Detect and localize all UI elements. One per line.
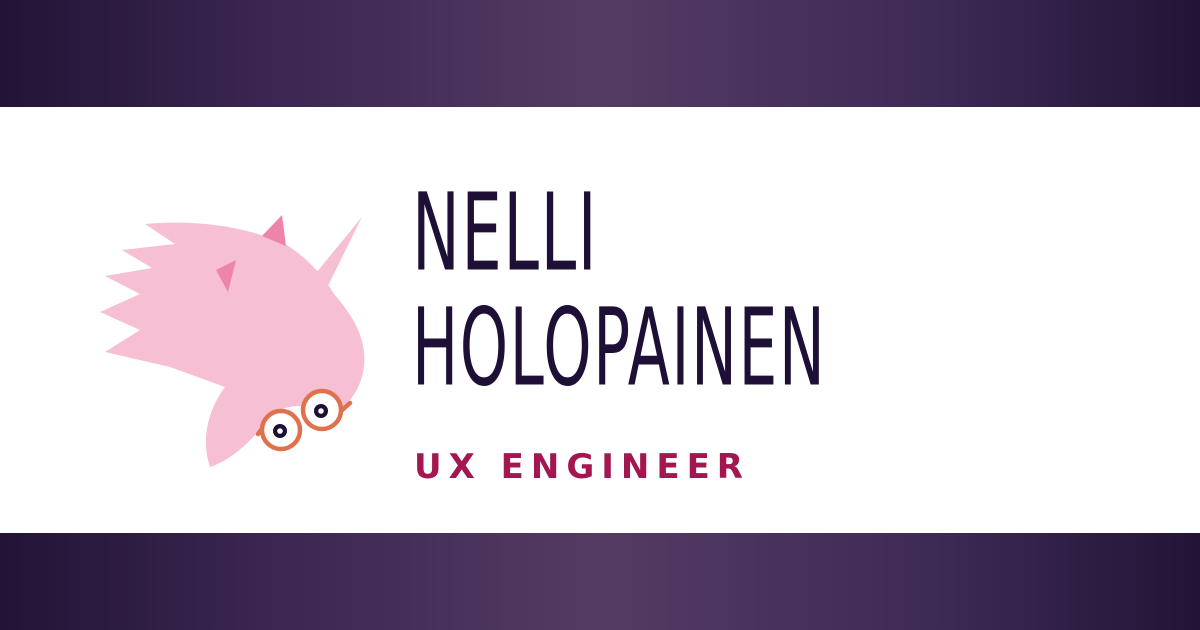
top-band [0, 0, 1200, 107]
job-title: UX ENGINEER [414, 447, 750, 487]
banner-content: NELLI HOLOPAINEN UX ENGINEER [0, 107, 1200, 533]
bottom-band [0, 533, 1200, 630]
last-name: HOLOPAINEN [412, 286, 827, 411]
unicorn-with-glasses-icon [100, 212, 370, 472]
first-name: NELLI [412, 171, 599, 296]
